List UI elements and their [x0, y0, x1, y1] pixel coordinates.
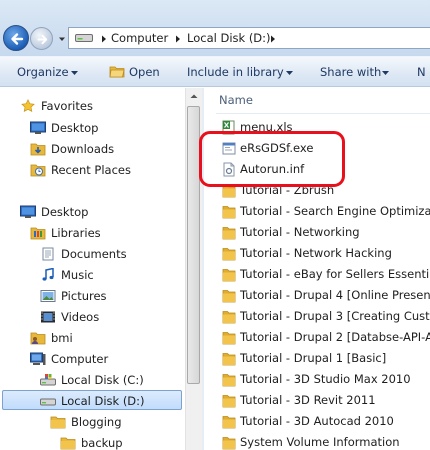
- folder-icon: [222, 227, 236, 240]
- system-drive-icon: [40, 374, 56, 386]
- folder-icon: [222, 353, 236, 366]
- folder-icon: [222, 416, 236, 429]
- column-header-separator: [216, 113, 430, 114]
- recent-places-icon: [30, 164, 46, 177]
- file-name: Tutorial - 3D Studio Max 2010: [240, 372, 411, 386]
- file-row[interactable]: Tutorial - Drupal 1 [Basic]: [222, 348, 430, 368]
- videos-icon: [41, 311, 55, 323]
- folder-icon: [60, 437, 76, 450]
- folder-icon: [222, 437, 236, 450]
- file-name: Tutorial - Network Hacking: [240, 246, 392, 260]
- libraries-icon: [30, 227, 46, 240]
- file-row[interactable]: Tutorial - Drupal 4 [Online Presentat: [222, 285, 430, 305]
- folder-icon: [222, 395, 236, 408]
- highlight-annotation: [199, 131, 345, 187]
- file-name: System Volume Information: [240, 435, 400, 449]
- file-name: Tutorial - 3D Autocad 2010: [240, 414, 394, 428]
- downloads-folder-icon: [30, 143, 46, 156]
- folder-icon: [222, 248, 236, 261]
- user-folder-icon: [30, 332, 46, 345]
- open-folder-icon: [109, 66, 125, 78]
- recent-pages-dropdown-icon[interactable]: [58, 35, 66, 43]
- drive-icon: [40, 398, 56, 406]
- breadcrumb-local-disk-d[interactable]: Local Disk (D:): [187, 31, 271, 45]
- file-name: Tutorial - 3D Revit 2011: [240, 393, 376, 407]
- chevron-down-icon: [71, 71, 78, 75]
- file-name: Tutorial - eBay for Sellers Essential T: [240, 267, 430, 281]
- file-row[interactable]: Tutorial - Networking: [222, 222, 430, 242]
- breadcrumb-arrow-icon[interactable]: [175, 35, 181, 43]
- back-arrow-icon: [11, 33, 24, 45]
- folder-icon: [222, 332, 236, 345]
- file-name: Tutorial - Drupal 1 [Basic]: [240, 351, 387, 365]
- file-row[interactable]: Tutorial - 3D Revit 2011: [222, 390, 430, 410]
- drive-icon: [75, 34, 93, 42]
- folder-icon: [50, 416, 66, 429]
- music-note-icon: [42, 268, 54, 281]
- folder-icon: [222, 206, 236, 219]
- chevron-down-icon: [382, 71, 389, 75]
- forward-button[interactable]: [30, 27, 53, 50]
- back-button[interactable]: [3, 25, 29, 51]
- file-row[interactable]: Tutorial - Network Hacking: [222, 243, 430, 263]
- file-name: Tutorial - Drupal 2 [Databse-API-AJA: [240, 330, 430, 344]
- address-bar[interactable]: Computer Local Disk (D:): [68, 27, 430, 49]
- folder-icon: [222, 290, 236, 303]
- command-bar: Organize Open Include in library Share w…: [0, 56, 430, 87]
- computer-icon: [30, 352, 46, 365]
- include-in-library-button[interactable]: Include in library: [187, 65, 284, 79]
- open-button[interactable]: Open: [129, 65, 160, 79]
- breadcrumb-arrow-icon[interactable]: [270, 35, 276, 43]
- desktop-icon: [30, 121, 46, 134]
- pictures-icon: [40, 290, 56, 302]
- file-name: Tutorial - Drupal 4 [Online Presentat: [240, 288, 430, 302]
- folder-icon: [222, 269, 236, 282]
- breadcrumb-arrow-icon[interactable]: [101, 35, 107, 43]
- documents-icon: [42, 247, 54, 261]
- address-area: Computer Local Disk (D:): [0, 0, 430, 56]
- file-row[interactable]: Tutorial - Drupal 2 [Databse-API-AJA: [222, 327, 430, 347]
- file-row[interactable]: Tutorial - 3D Studio Max 2010: [222, 369, 430, 389]
- scroll-up-arrow-icon[interactable]: [186, 88, 202, 104]
- file-name: Tutorial - Search Engine Optimization: [240, 204, 430, 218]
- star-icon: [21, 99, 35, 112]
- folder-icon: [222, 374, 236, 387]
- desktop-icon: [20, 205, 36, 218]
- more-command-button[interactable]: N: [417, 65, 426, 79]
- file-row[interactable]: Tutorial - eBay for Sellers Essential T: [222, 264, 430, 284]
- breadcrumb-computer[interactable]: Computer: [111, 31, 168, 45]
- organize-button[interactable]: Organize: [17, 65, 69, 79]
- file-row[interactable]: Tutorial - 3D Autocad 2010: [222, 411, 430, 431]
- column-header-name[interactable]: Name: [219, 93, 253, 107]
- file-row[interactable]: Tutorial - Search Engine Optimization: [222, 201, 430, 221]
- file-row[interactable]: Tutorial - Drupal 3 [Creating Custom: [222, 306, 430, 326]
- folder-icon: [222, 311, 236, 324]
- share-with-button[interactable]: Share with: [320, 65, 381, 79]
- file-row[interactable]: System Volume Information: [222, 432, 430, 450]
- file-name: Tutorial - Drupal 3 [Creating Custom: [240, 309, 430, 323]
- forward-arrow-icon: [37, 34, 48, 45]
- file-name: Tutorial - Networking: [240, 225, 360, 239]
- chevron-down-icon: [286, 71, 293, 75]
